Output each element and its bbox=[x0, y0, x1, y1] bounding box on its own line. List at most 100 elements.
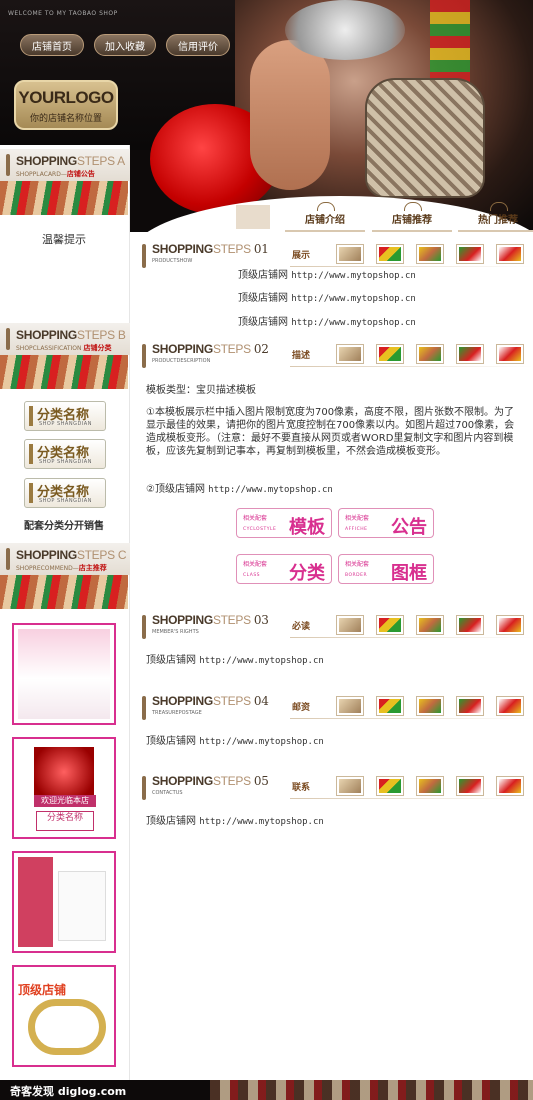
title-light: STEPS bbox=[212, 774, 251, 788]
pink-en: CYCLOSTYLE bbox=[243, 527, 277, 532]
category-button-3[interactable]: 分类名称 SHOP SHANGDIAN bbox=[24, 478, 106, 508]
thumb bbox=[379, 347, 401, 361]
product-thumb-icon[interactable] bbox=[416, 696, 444, 716]
section-line bbox=[290, 718, 533, 719]
product-thumb-icon[interactable] bbox=[416, 344, 444, 364]
product-thumb-icon[interactable] bbox=[336, 344, 364, 364]
product-thumb-icon[interactable] bbox=[376, 615, 404, 635]
link-url[interactable]: http://www.mytopshop.cn bbox=[208, 485, 333, 495]
link-row[interactable]: 顶级店铺网 http://www.mytopshop.cn bbox=[238, 269, 416, 283]
thumb bbox=[339, 699, 361, 713]
link-url[interactable]: http://www.mytopshop.cn bbox=[291, 294, 416, 304]
category-button-1[interactable]: 分类名称 SHOP SHANGDIAN bbox=[24, 401, 106, 431]
pink-small: 相关配套 bbox=[243, 515, 268, 522]
section-number: 01 bbox=[253, 242, 269, 256]
product-thumb-icon[interactable] bbox=[496, 244, 524, 264]
hero-model bbox=[250, 40, 330, 190]
thumb-image bbox=[18, 629, 110, 719]
pink-small: 相关配套 bbox=[345, 561, 370, 568]
link-row[interactable]: 顶级店铺网 http://www.mytopshop.cn bbox=[146, 654, 324, 668]
product-thumb-icon[interactable] bbox=[456, 776, 484, 796]
header-bar bbox=[6, 154, 10, 176]
link-url[interactable]: http://www.mytopshop.cn bbox=[291, 318, 416, 328]
left-sidebar: SHOPPINGSTEPS A SHOPPLACARD—店铺公告 温馨提示 SH… bbox=[0, 145, 130, 1080]
nav-add-favorite-button[interactable]: 加入收藏 bbox=[94, 34, 156, 56]
link-url[interactable]: http://www.mytopshop.cn bbox=[199, 656, 324, 666]
tab-shop-recommend[interactable]: 店铺推荐 bbox=[372, 200, 452, 232]
product-thumb-icon[interactable] bbox=[376, 344, 404, 364]
hero-fur-hat bbox=[285, 0, 405, 60]
section-number: 02 bbox=[253, 342, 269, 356]
product-thumb-icon[interactable] bbox=[376, 244, 404, 264]
header-bar bbox=[142, 344, 146, 368]
product-thumb-icon[interactable] bbox=[336, 615, 364, 635]
recommend-thumb-2[interactable]: 欢迎光临本店 分类名称 bbox=[12, 737, 116, 839]
cat-bar bbox=[29, 406, 33, 426]
category-sub: SHOP SHANGDIAN bbox=[39, 498, 92, 504]
product-thumb-icon[interactable] bbox=[416, 244, 444, 264]
product-thumb-icon[interactable] bbox=[496, 696, 524, 716]
link-url[interactable]: http://www.mytopshop.cn bbox=[199, 737, 324, 747]
thumb bbox=[459, 618, 481, 632]
link-name: 顶级店铺网 bbox=[146, 736, 196, 747]
pink-en: BORDER bbox=[345, 573, 368, 578]
thumb bbox=[499, 247, 521, 261]
product-thumb-icon[interactable] bbox=[336, 696, 364, 716]
section-sub: CONTACTUS bbox=[152, 790, 183, 796]
steps-a-title: SHOPPINGSTEPS A bbox=[16, 154, 125, 168]
product-thumb-icon[interactable] bbox=[376, 696, 404, 716]
recommend-thumb-1[interactable] bbox=[12, 623, 116, 725]
sub-cn: 店主推荐 bbox=[78, 564, 107, 572]
link-row[interactable]: 顶级店铺网 http://www.mytopshop.cn bbox=[146, 815, 324, 829]
product-thumb-icon[interactable] bbox=[416, 615, 444, 635]
pink-big: 公告 bbox=[391, 517, 427, 538]
description-paragraph-2[interactable]: ②顶级店铺网 http://www.mytopshop.cn bbox=[146, 483, 333, 497]
product-thumb-icon[interactable] bbox=[456, 696, 484, 716]
title-dark: SHOPPING bbox=[152, 774, 213, 788]
thumb bbox=[379, 618, 401, 632]
product-thumb-icon[interactable] bbox=[456, 344, 484, 364]
product-thumb-icon[interactable] bbox=[336, 244, 364, 264]
related-border-button[interactable]: 相关配套 BORDER 图框 bbox=[338, 554, 434, 584]
header-bar bbox=[6, 328, 10, 350]
section-sub: TREASUREPOSTAGE bbox=[152, 710, 202, 716]
shop-logo[interactable]: YOURLOGO 你的店铺名称位置 bbox=[14, 80, 118, 130]
title-dark: SHOPPING bbox=[16, 328, 77, 342]
sub-cn: 店铺分类 bbox=[83, 344, 112, 352]
category-button-2[interactable]: 分类名称 SHOP SHANGDIAN bbox=[24, 439, 106, 469]
recommend-thumb-3[interactable] bbox=[12, 851, 116, 953]
tab-shop-intro[interactable]: 店铺介绍 bbox=[285, 200, 365, 232]
product-thumb-icon[interactable] bbox=[456, 244, 484, 264]
tab-hot-recommend[interactable]: 热门推荐 bbox=[458, 200, 533, 232]
product-thumb-icon[interactable] bbox=[376, 776, 404, 796]
section-line bbox=[290, 266, 533, 267]
link-url[interactable]: http://www.mytopshop.cn bbox=[199, 817, 324, 827]
related-template-button[interactable]: 相关配套 CYCLOSTYLE 模板 bbox=[236, 508, 332, 538]
link-row[interactable]: 顶级店铺网 http://www.mytopshop.cn bbox=[238, 292, 416, 306]
nav-shop-home-button[interactable]: 店铺首页 bbox=[20, 34, 84, 56]
nav-credit-rating-button[interactable]: 信用评价 bbox=[166, 34, 230, 56]
title-dark: SHOPPING bbox=[152, 613, 213, 627]
product-thumb-icon[interactable] bbox=[496, 344, 524, 364]
thumb bbox=[459, 699, 481, 713]
product-thumb-icon[interactable] bbox=[496, 776, 524, 796]
section-number: 04 bbox=[253, 694, 269, 708]
sub-en: SHOPRECOMMEND bbox=[16, 565, 73, 572]
recommend-thumb-4[interactable]: 顶级店铺 bbox=[12, 965, 116, 1067]
logo-subtext: 你的店铺名称位置 bbox=[29, 114, 102, 124]
section-line bbox=[290, 366, 533, 367]
sidebar-steps-b-header: SHOPPINGSTEPS B SHOPCLASSIFICATION 店铺分类 bbox=[0, 323, 130, 355]
steps-c-title: SHOPPINGSTEPS C bbox=[16, 548, 127, 562]
pink-en: CLASS bbox=[243, 573, 261, 578]
title-light: STEPS C bbox=[76, 548, 127, 562]
product-thumb-icon[interactable] bbox=[416, 776, 444, 796]
title-dark: SHOPPING bbox=[152, 242, 213, 256]
related-notice-button[interactable]: 相关配套 AFFICHE 公告 bbox=[338, 508, 434, 538]
product-thumb-icon[interactable] bbox=[496, 615, 524, 635]
product-thumb-icon[interactable] bbox=[456, 615, 484, 635]
link-row[interactable]: 顶级店铺网 http://www.mytopshop.cn bbox=[238, 316, 416, 330]
related-class-button[interactable]: 相关配套 CLASS 分类 bbox=[236, 554, 332, 584]
product-thumb-icon[interactable] bbox=[336, 776, 364, 796]
link-url[interactable]: http://www.mytopshop.cn bbox=[291, 271, 416, 281]
link-row[interactable]: 顶级店铺网 http://www.mytopshop.cn bbox=[146, 735, 324, 749]
